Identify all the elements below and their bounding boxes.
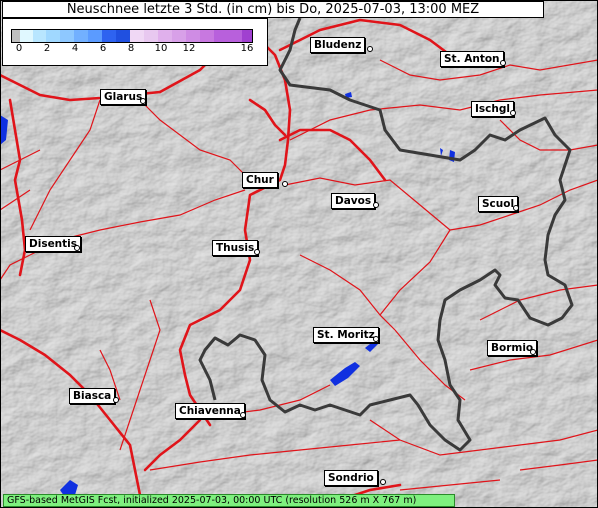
city-label-st-anton[interactable]: St. Anton bbox=[440, 51, 504, 67]
city-marker-glarus bbox=[140, 98, 146, 104]
city-label-biasca[interactable]: Biasca bbox=[69, 388, 116, 404]
city-marker-davos bbox=[373, 202, 379, 208]
legend-swatch-12-13 bbox=[186, 29, 200, 43]
legend-swatch-2-3 bbox=[46, 29, 60, 43]
legend-swatch-14-16 bbox=[214, 29, 242, 43]
legend-swatch-0-1 bbox=[20, 29, 33, 43]
city-label-disentis[interactable]: Disentis bbox=[25, 236, 82, 252]
legend: 0 2 4 6 8 10 12 16 bbox=[2, 18, 268, 66]
legend-swatch-10-11 bbox=[158, 29, 172, 43]
city-marker-sondrio bbox=[380, 479, 386, 485]
city-marker-chiavenna bbox=[240, 412, 246, 418]
city-marker-scuol bbox=[513, 205, 519, 211]
legend-tick-12: 12 bbox=[182, 43, 196, 54]
model-info-footer: GFS-based MetGIS Fcst, initialized 2025-… bbox=[3, 494, 455, 507]
city-marker-st-moritz bbox=[373, 336, 379, 342]
city-label-ischgl[interactable]: Ischgl bbox=[471, 101, 514, 117]
legend-swatch-5-6 bbox=[88, 29, 102, 43]
city-marker-bludenz bbox=[367, 46, 373, 52]
city-label-thusis[interactable]: Thusis bbox=[212, 240, 259, 256]
city-label-chiavenna[interactable]: Chiavenna bbox=[175, 403, 245, 419]
city-marker-chur bbox=[282, 181, 288, 187]
city-marker-disentis bbox=[74, 245, 80, 251]
legend-tick-16: 16 bbox=[240, 43, 254, 54]
legend-swatch-4-5 bbox=[74, 29, 88, 43]
city-marker-thusis bbox=[254, 249, 260, 255]
legend-tick-6: 6 bbox=[99, 43, 107, 54]
terrain-relief bbox=[0, 0, 598, 508]
city-marker-ischgl bbox=[510, 110, 516, 116]
legend-tick-2: 2 bbox=[43, 43, 51, 54]
city-label-bludenz[interactable]: Bludenz bbox=[310, 37, 366, 53]
legend-swatch-16plus bbox=[242, 29, 253, 43]
city-label-chur[interactable]: Chur bbox=[242, 172, 278, 188]
city-marker-bormio bbox=[530, 349, 536, 355]
legend-swatch-none bbox=[11, 29, 20, 43]
city-label-davos[interactable]: Davos bbox=[331, 193, 376, 209]
legend-swatch-9-10 bbox=[144, 29, 158, 43]
legend-swatch-6-7 bbox=[102, 29, 116, 43]
legend-swatch-13-14 bbox=[200, 29, 214, 43]
city-label-st-moritz[interactable]: St. Moritz bbox=[313, 327, 379, 343]
terrain-map bbox=[0, 0, 598, 508]
legend-swatch-8-9 bbox=[130, 29, 144, 43]
legend-swatch-1-2 bbox=[33, 29, 46, 43]
legend-tick-10: 10 bbox=[154, 43, 168, 54]
map-title: Neuschnee letzte 3 Std. (in cm) bis Do, … bbox=[2, 1, 544, 18]
city-label-scuol[interactable]: Scuol bbox=[478, 196, 519, 212]
legend-swatch-11-12 bbox=[172, 29, 186, 43]
legend-swatch-7-8 bbox=[116, 29, 130, 43]
city-label-glarus[interactable]: Glarus bbox=[100, 89, 147, 105]
legend-tick-8: 8 bbox=[127, 43, 135, 54]
city-marker-st-anton bbox=[500, 60, 506, 66]
city-label-sondrio[interactable]: Sondrio bbox=[324, 470, 378, 486]
legend-tick-0: 0 bbox=[15, 43, 23, 54]
legend-tick-4: 4 bbox=[71, 43, 79, 54]
legend-swatch-3-4 bbox=[60, 29, 74, 43]
city-marker-biasca bbox=[113, 397, 119, 403]
